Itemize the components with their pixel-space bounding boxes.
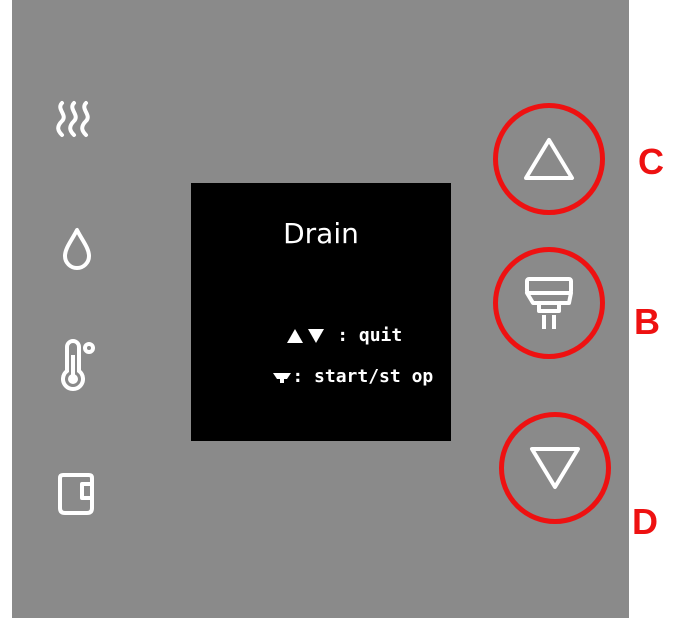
annotation-label-c: C (638, 141, 664, 182)
annotation-label-b: B (634, 301, 660, 342)
start-stop-text: : start/st op (292, 366, 434, 387)
water-drop-icon (63, 228, 91, 270)
display-screen: Drain : quit : start/st op (191, 183, 451, 441)
triangle-up-icon (524, 138, 574, 180)
up-down-arrows-icon (287, 329, 325, 343)
drain-icon (273, 373, 292, 383)
water-tank-icon (58, 473, 94, 515)
annotation-label-d: D (632, 501, 658, 542)
drain-icon (525, 277, 573, 329)
thermometer-icon (61, 339, 95, 391)
triangle-down-icon (530, 447, 580, 489)
down-arrow-button[interactable] (499, 412, 611, 524)
steam-icon (56, 101, 90, 137)
display-title: Drain (283, 217, 359, 250)
drain-button[interactable] (493, 247, 605, 359)
quit-text: : quit (326, 325, 403, 346)
up-arrow-button[interactable] (493, 103, 605, 215)
start-stop-instruction: : start/st op (229, 345, 433, 408)
